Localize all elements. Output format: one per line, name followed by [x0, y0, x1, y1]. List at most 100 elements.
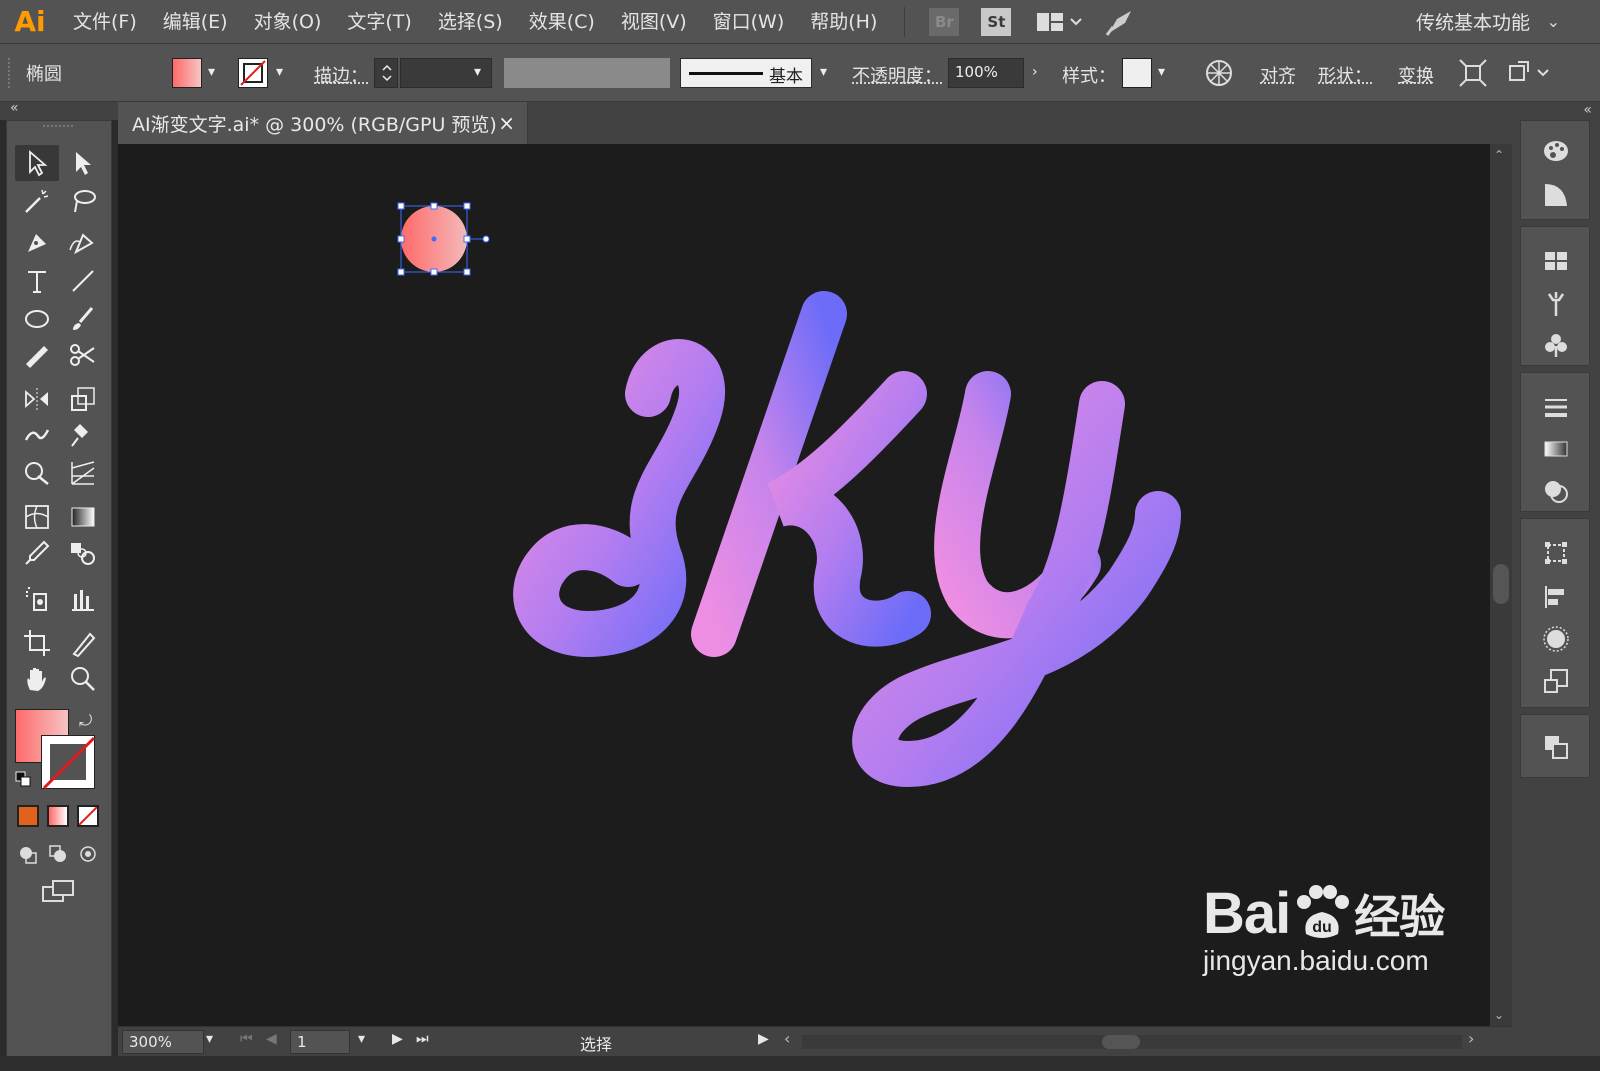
color-mode-button[interactable]: [17, 805, 39, 827]
none-mode-button[interactable]: [77, 805, 99, 827]
type-tool[interactable]: [15, 263, 59, 299]
stroke-stepper[interactable]: [374, 58, 398, 88]
fill-dropdown-icon[interactable]: ▾: [208, 64, 215, 80]
paintbrush-tool[interactable]: [61, 301, 105, 337]
menu-window[interactable]: 窗口(W): [700, 0, 798, 44]
shape-label[interactable]: 形状：: [1318, 62, 1372, 88]
gpu-performance-icon[interactable]: [1103, 5, 1137, 39]
h-scroll-thumb[interactable]: [1102, 1035, 1140, 1049]
scroll-down-icon[interactable]: ⌄: [1494, 1008, 1504, 1022]
magic-wand-tool[interactable]: [15, 183, 59, 219]
menu-edit[interactable]: 编辑(E): [150, 0, 241, 44]
menu-type[interactable]: 文字(T): [334, 0, 424, 44]
layers-panel-icon[interactable]: [1521, 727, 1591, 767]
gradient-tool[interactable]: [61, 499, 105, 535]
artboards-panel-icon[interactable]: [1521, 661, 1591, 701]
mesh-tool[interactable]: [15, 499, 59, 535]
eyedropper-tool[interactable]: [15, 535, 59, 571]
direct-selection-tool[interactable]: [61, 145, 105, 181]
menu-object[interactable]: 对象(O): [241, 0, 335, 44]
slice-tool[interactable]: [61, 625, 105, 661]
isolate-icon[interactable]: [1458, 58, 1488, 88]
pen-tool[interactable]: [15, 225, 59, 261]
color-guide-icon[interactable]: [1521, 175, 1591, 215]
scroll-left-icon[interactable]: ‹: [784, 1029, 790, 1048]
puppet-warp-tool[interactable]: [61, 417, 105, 453]
stroke-color-swatch[interactable]: [41, 735, 96, 790]
scale-tool[interactable]: [61, 381, 105, 417]
document-tab[interactable]: AI渐变文字.ai* @ 300% (RGB/GPU 预览) ×: [118, 102, 528, 144]
default-colors-icon[interactable]: [15, 771, 31, 787]
shaper-tool[interactable]: [15, 337, 59, 373]
stroke-weight-dropdown-icon[interactable]: ▾: [474, 64, 481, 80]
style-dropdown-icon[interactable]: ▾: [1158, 64, 1165, 80]
scroll-thumb[interactable]: [1493, 564, 1509, 604]
draw-inside-icon[interactable]: [77, 843, 99, 865]
zoom-level-field[interactable]: 300%: [122, 1030, 204, 1054]
prev-artboard-icon[interactable]: ◀: [266, 1031, 277, 1047]
menu-file[interactable]: 文件(F): [60, 0, 150, 44]
menu-effect[interactable]: 效果(C): [516, 0, 608, 44]
hand-tool[interactable]: [15, 661, 59, 697]
lasso-tool[interactable]: [61, 183, 105, 219]
last-artboard-icon[interactable]: ⏭: [416, 1031, 429, 1047]
screen-mode-icon[interactable]: [39, 877, 79, 907]
artboard-tool[interactable]: [15, 625, 59, 661]
align-button[interactable]: 对齐: [1260, 62, 1296, 88]
variable-width-profile[interactable]: [504, 58, 670, 88]
brush-dropdown-icon[interactable]: ▾: [820, 64, 827, 80]
panel-grip[interactable]: [43, 125, 73, 129]
menu-help[interactable]: 帮助(H): [797, 0, 890, 44]
stroke-panel-icon[interactable]: [1521, 387, 1591, 427]
horizontal-scrollbar[interactable]: [802, 1035, 1462, 1049]
scissors-tool[interactable]: [61, 337, 105, 373]
scroll-right-icon[interactable]: ›: [1468, 1029, 1474, 1048]
opacity-more-icon[interactable]: ›: [1032, 64, 1038, 80]
gradient-mode-button[interactable]: [47, 805, 69, 827]
blend-tool[interactable]: [61, 535, 105, 571]
chevron-down-icon[interactable]: ⌄: [1547, 12, 1560, 31]
menu-select[interactable]: 选择(S): [425, 0, 516, 44]
ellipse-tool[interactable]: [15, 301, 59, 337]
vertical-scrollbar[interactable]: ⌃ ⌄: [1490, 144, 1512, 1026]
control-bar-menu-icon[interactable]: [1506, 58, 1556, 88]
transform-panel-icon[interactable]: [1521, 533, 1591, 573]
color-panel-icon[interactable]: [1521, 131, 1591, 171]
recolor-artwork-icon[interactable]: [1204, 58, 1234, 88]
toolbar-collapse-strip[interactable]: «: [0, 100, 118, 120]
draw-behind-icon[interactable]: [47, 843, 69, 865]
transparency-panel-icon[interactable]: [1521, 471, 1591, 511]
arrange-documents-icon[interactable]: [1035, 7, 1085, 37]
symbol-sprayer-tool[interactable]: [15, 581, 59, 617]
swatches-panel-icon[interactable]: [1521, 241, 1591, 281]
transform-button[interactable]: 变换: [1398, 62, 1434, 88]
selection-tool[interactable]: [15, 145, 59, 181]
zoom-dropdown-icon[interactable]: ▾: [206, 1031, 213, 1047]
appearance-panel-icon[interactable]: [1521, 619, 1591, 659]
line-segment-tool[interactable]: [61, 263, 105, 299]
symbols-panel-icon[interactable]: [1521, 325, 1591, 365]
scroll-up-icon[interactable]: ⌃: [1494, 148, 1504, 162]
brush-definition[interactable]: 基本: [680, 58, 812, 88]
bridge-button[interactable]: Br: [929, 7, 960, 36]
menu-view[interactable]: 视图(V): [608, 0, 700, 44]
close-tab-icon[interactable]: ×: [498, 111, 515, 135]
stroke-weight-label[interactable]: 描边：: [314, 62, 368, 88]
first-artboard-icon[interactable]: ⏮: [240, 1031, 253, 1047]
perspective-grid-tool[interactable]: [61, 455, 105, 491]
artboard-canvas[interactable]: Bai du 经验 jingyan.baidu.com: [118, 144, 1490, 1026]
status-menu-icon[interactable]: ▶: [758, 1031, 769, 1047]
gradient-panel-icon[interactable]: [1521, 429, 1591, 469]
opacity-label[interactable]: 不透明度：: [852, 62, 942, 88]
artboard-number-field[interactable]: 1: [290, 1030, 350, 1054]
shape-builder-tool[interactable]: [15, 455, 59, 491]
brushes-panel-icon[interactable]: [1521, 283, 1591, 323]
expand-panels-icon[interactable]: «: [1583, 102, 1592, 118]
collapse-icon[interactable]: «: [10, 100, 19, 116]
selected-ellipse[interactable]: [397, 202, 490, 276]
warp-tool[interactable]: [15, 417, 59, 453]
curvature-tool[interactable]: [61, 225, 105, 261]
align-panel-icon[interactable]: [1521, 577, 1591, 617]
stroke-dropdown-icon[interactable]: ▾: [276, 64, 283, 80]
stroke-swatch[interactable]: [238, 58, 268, 88]
